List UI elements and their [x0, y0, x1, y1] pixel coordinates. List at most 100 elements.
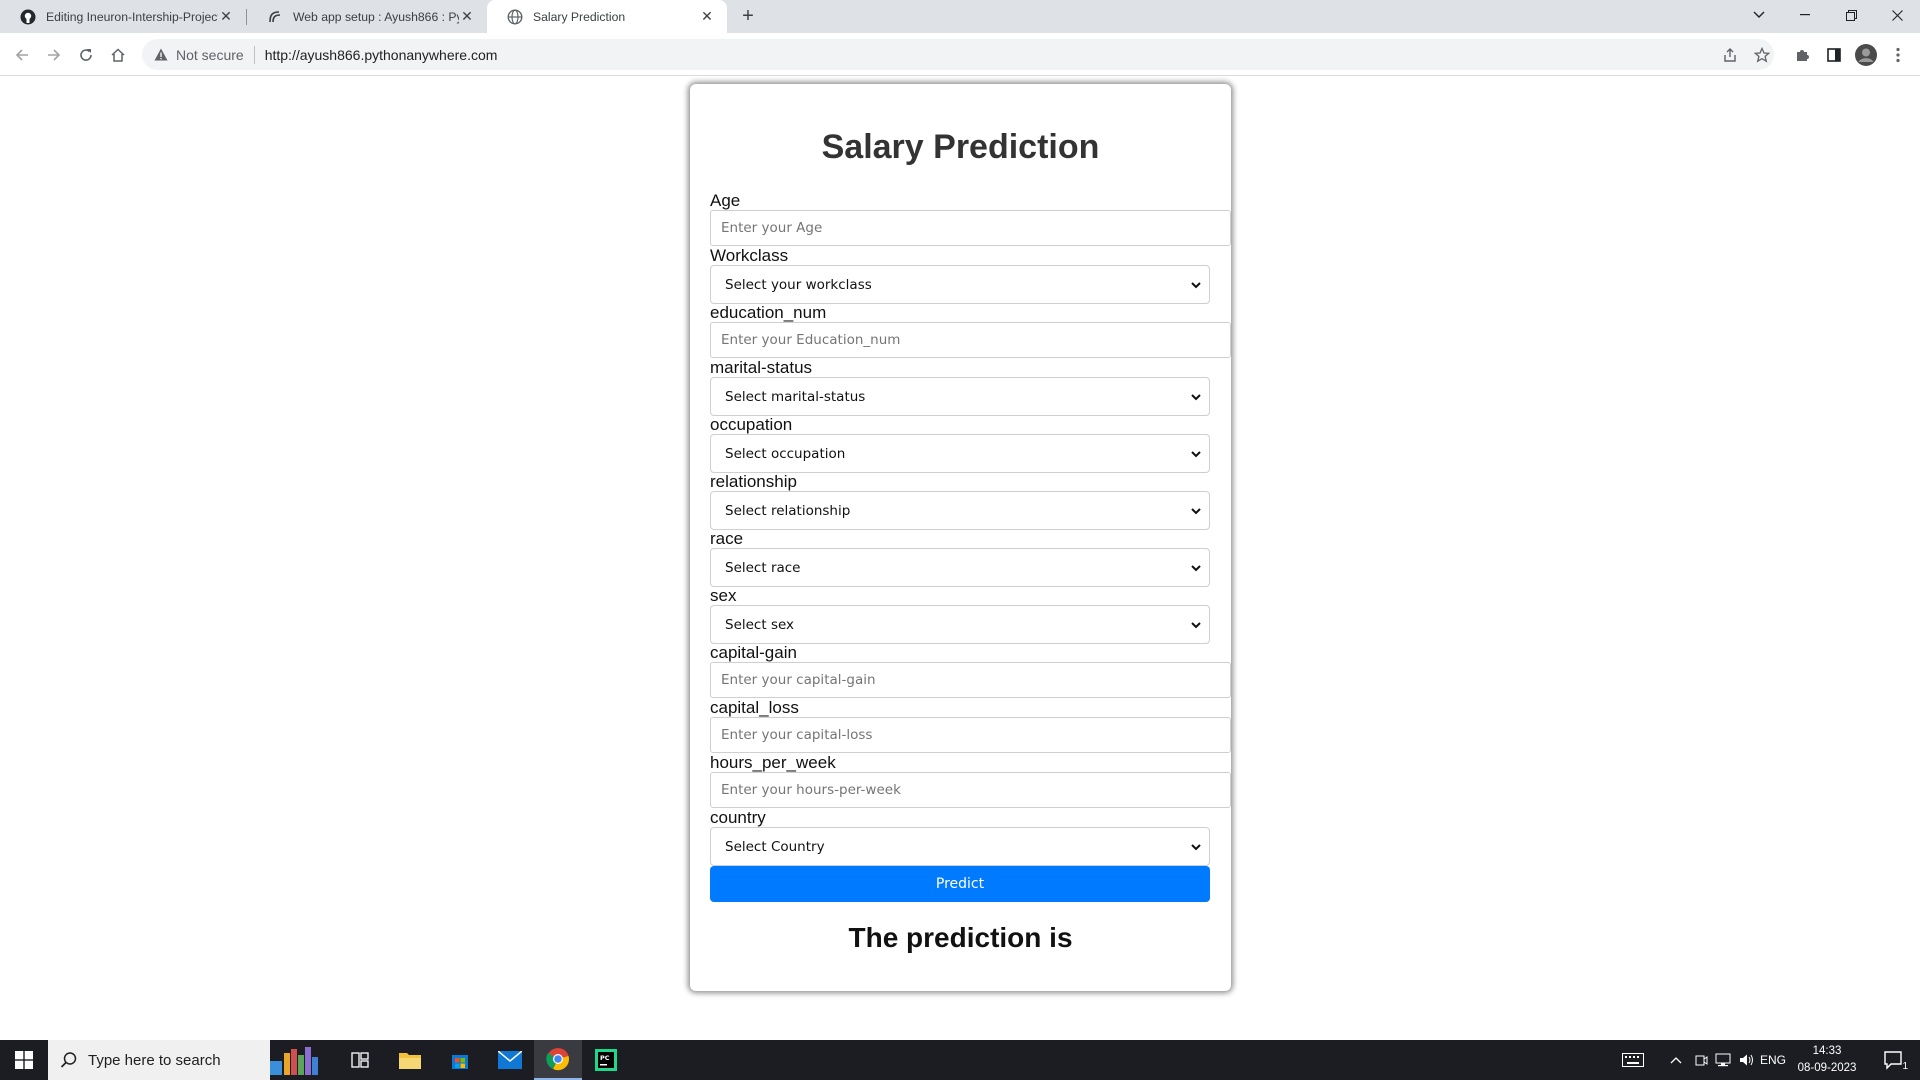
clock-date: 08-09-2023 [1797, 1062, 1857, 1074]
marital-status-select[interactable]: Select marital-status [710, 377, 1210, 416]
chevron-down-icon [1191, 622, 1201, 629]
taskbar-search-placeholder: Type here to search [88, 1051, 221, 1069]
hours-per-week-input[interactable] [710, 772, 1231, 808]
capital-loss-label: capital_loss [710, 698, 799, 717]
marital-status-label: marital-status [710, 358, 813, 377]
clock[interactable]: 14:33 08-09-2023 [1788, 1043, 1866, 1077]
country-label: country [710, 808, 766, 827]
search-highlight-books-icon[interactable] [256, 1040, 332, 1080]
prediction-form-card: Salary Prediction Age Workclass Select y… [690, 84, 1231, 991]
search-icon [60, 1052, 77, 1068]
omnibox-divider [253, 45, 255, 64]
chevron-down-icon [1191, 844, 1201, 851]
network-icon[interactable] [1712, 1040, 1734, 1080]
page-title: Salary Prediction [821, 128, 1100, 166]
education-num-input[interactable] [710, 322, 1231, 358]
sex-label: sex [710, 586, 737, 605]
share-icon[interactable] [1716, 41, 1744, 69]
clock-time: 14:33 [1812, 1045, 1842, 1057]
page-viewport: Salary Prediction Age Workclass Select y… [0, 77, 1920, 1040]
home-icon[interactable] [104, 41, 132, 69]
reload-icon[interactable] [72, 41, 100, 69]
show-hidden-icons-chevron-icon[interactable] [1664, 1040, 1688, 1080]
sex-select-value: Select sex [725, 616, 795, 633]
warning-icon[interactable] [152, 46, 170, 64]
tab-title: Editing Ineuron-Intership-Project [46, 9, 218, 24]
volume-icon[interactable] [1736, 1040, 1758, 1080]
side-panel-icon[interactable] [1820, 41, 1848, 69]
relationship-select[interactable]: Select relationship [710, 491, 1210, 530]
country-select-value: Select Country [725, 838, 825, 855]
chevron-down-icon [1191, 508, 1201, 515]
marital-status-select-value: Select marital-status [725, 388, 866, 405]
close-window-icon[interactable] [1874, 0, 1920, 30]
meet-now-icon[interactable] [1690, 1040, 1712, 1080]
minimize-icon[interactable] [1782, 0, 1828, 30]
tab-strip: Editing Ineuron-Intership-Project ✕ Web … [0, 0, 1920, 33]
capital-gain-label: capital-gain [710, 643, 797, 662]
age-input[interactable] [710, 210, 1231, 246]
tab-github-editing[interactable]: Editing Ineuron-Intership-Project ✕ [0, 0, 246, 33]
security-status[interactable]: Not secure [176, 47, 244, 63]
race-label: race [710, 529, 744, 548]
chevron-down-icon [1191, 451, 1201, 458]
workclass-label: Workclass [710, 246, 789, 265]
relationship-select-value: Select relationship [725, 502, 851, 519]
profile-avatar[interactable] [1852, 41, 1880, 69]
task-view-icon[interactable] [336, 1040, 384, 1080]
url-text[interactable]: http://ayush866.pythonanywhere.com [265, 47, 498, 63]
tab-title: Web app setup : Ayush866 : Pyth [293, 9, 459, 24]
race-select[interactable]: Select race [710, 548, 1210, 587]
address-bar[interactable]: Not secure http://ayush866.pythonanywher… [142, 39, 1774, 70]
restore-icon[interactable] [1828, 0, 1874, 30]
notification-count-badge: 1 [1902, 1061, 1908, 1072]
microsoft-store-icon[interactable] [436, 1040, 484, 1080]
mail-icon[interactable] [486, 1040, 534, 1080]
windows-start-icon[interactable] [0, 1040, 48, 1080]
close-icon[interactable]: ✕ [218, 8, 234, 25]
country-select[interactable]: Select Country [710, 827, 1210, 866]
relationship-label: relationship [710, 472, 797, 491]
bookmark-star-icon[interactable] [1748, 41, 1776, 69]
pycharm-icon[interactable]: PC [582, 1040, 630, 1080]
menu-kebab-icon[interactable] [1884, 41, 1912, 69]
chevron-down-icon [1191, 565, 1201, 572]
occupation-label: occupation [710, 415, 793, 434]
capital-gain-input[interactable] [710, 662, 1231, 698]
race-select-value: Select race [725, 559, 801, 576]
workclass-select[interactable]: Select your workclass [710, 265, 1210, 304]
close-icon[interactable]: ✕ [699, 8, 715, 25]
browser-toolbar: Not secure http://ayush866.pythonanywher… [0, 33, 1920, 76]
extensions-puzzle-icon[interactable] [1788, 41, 1816, 69]
tab-salary-prediction[interactable]: Salary Prediction ✕ [487, 0, 727, 33]
touch-keyboard-icon[interactable] [1616, 1040, 1650, 1080]
github-icon [20, 9, 36, 25]
predict-button[interactable]: Predict [710, 866, 1210, 902]
windows-taskbar: Type here to search PC ENG 14:33 08-09-2… [0, 1040, 1920, 1080]
notification-center-icon[interactable]: 1 [1874, 1040, 1914, 1080]
workclass-select-value: Select your workclass [725, 276, 872, 293]
chevron-down-icon [1191, 282, 1201, 289]
sex-select[interactable]: Select sex [710, 605, 1210, 644]
capital-loss-input[interactable] [710, 717, 1231, 753]
hours-per-week-label: hours_per_week [710, 753, 836, 772]
globe-icon [507, 8, 523, 25]
file-explorer-icon[interactable] [386, 1040, 434, 1080]
new-tab-button[interactable]: + [736, 4, 760, 28]
taskbar-search-box[interactable]: Type here to search [48, 1040, 270, 1080]
tab-search-icon[interactable] [1736, 0, 1782, 30]
pythonanywhere-icon [267, 9, 283, 25]
chevron-down-icon [1191, 394, 1201, 401]
back-arrow-icon[interactable] [8, 41, 36, 69]
forward-arrow-icon[interactable] [40, 41, 68, 69]
svg-text:PC: PC [600, 1054, 610, 1062]
chrome-taskbar-icon[interactable] [534, 1040, 582, 1080]
occupation-select[interactable]: Select occupation [710, 434, 1210, 473]
language-indicator[interactable]: ENG [1760, 1040, 1786, 1080]
occupation-select-value: Select occupation [725, 445, 846, 462]
age-label: Age [710, 191, 741, 210]
prediction-result-text: The prediction is [848, 922, 1073, 953]
tab-pythonanywhere[interactable]: Web app setup : Ayush866 : Pyth ✕ [247, 0, 487, 33]
close-icon[interactable]: ✕ [459, 8, 475, 25]
education-num-label: education_num [710, 303, 827, 322]
